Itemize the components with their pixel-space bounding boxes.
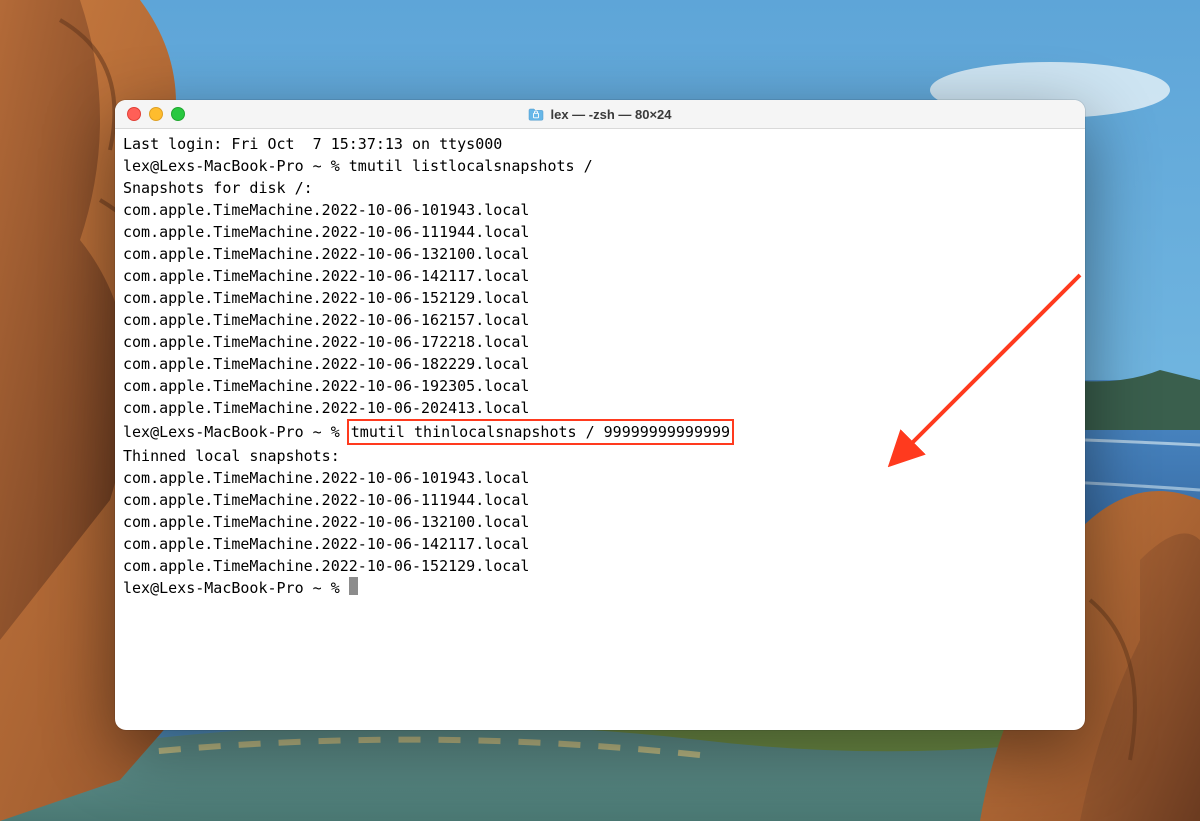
command: tmutil listlocalsnapshots /: [349, 157, 593, 175]
terminal-line: com.apple.TimeMachine.2022-10-06-142117.…: [123, 533, 1077, 555]
terminal-line: com.apple.TimeMachine.2022-10-06-132100.…: [123, 243, 1077, 265]
terminal-line: com.apple.TimeMachine.2022-10-06-192305.…: [123, 375, 1077, 397]
terminal-line: com.apple.TimeMachine.2022-10-06-202413.…: [123, 397, 1077, 419]
terminal-line: com.apple.TimeMachine.2022-10-06-142117.…: [123, 265, 1077, 287]
terminal-line: com.apple.TimeMachine.2022-10-06-152129.…: [123, 555, 1077, 577]
prompt: lex@Lexs-MacBook-Pro ~ %: [123, 579, 349, 597]
terminal-line: com.apple.TimeMachine.2022-10-06-182229.…: [123, 353, 1077, 375]
terminal-output[interactable]: Last login: Fri Oct 7 15:37:13 on ttys00…: [115, 129, 1085, 730]
terminal-window: lex — -zsh — 80×24 Last login: Fri Oct 7…: [115, 100, 1085, 730]
folder-icon: [528, 108, 544, 121]
prompt: lex@Lexs-MacBook-Pro ~ %: [123, 157, 349, 175]
window-title-text: lex — -zsh — 80×24: [550, 107, 671, 122]
cursor: [349, 577, 358, 595]
terminal-line: com.apple.TimeMachine.2022-10-06-162157.…: [123, 309, 1077, 331]
terminal-line: lex@Lexs-MacBook-Pro ~ % tmutil listloca…: [123, 155, 1077, 177]
terminal-line: com.apple.TimeMachine.2022-10-06-152129.…: [123, 287, 1077, 309]
highlighted-command: tmutil thinlocalsnapshots / 999999999999…: [347, 419, 734, 445]
terminal-line: com.apple.TimeMachine.2022-10-06-101943.…: [123, 199, 1077, 221]
traffic-lights: [115, 107, 185, 121]
terminal-line: Thinned local snapshots:: [123, 445, 1077, 467]
terminal-line: com.apple.TimeMachine.2022-10-06-111944.…: [123, 221, 1077, 243]
minimize-button[interactable]: [149, 107, 163, 121]
terminal-line: lex@Lexs-MacBook-Pro ~ %: [123, 577, 1077, 599]
terminal-line: lex@Lexs-MacBook-Pro ~ % tmutil thinloca…: [123, 419, 1077, 445]
zoom-button[interactable]: [171, 107, 185, 121]
terminal-line: com.apple.TimeMachine.2022-10-06-172218.…: [123, 331, 1077, 353]
terminal-line: com.apple.TimeMachine.2022-10-06-111944.…: [123, 489, 1077, 511]
terminal-line: com.apple.TimeMachine.2022-10-06-101943.…: [123, 467, 1077, 489]
close-button[interactable]: [127, 107, 141, 121]
window-title: lex — -zsh — 80×24: [115, 107, 1085, 122]
prompt: lex@Lexs-MacBook-Pro ~ %: [123, 423, 349, 441]
titlebar[interactable]: lex — -zsh — 80×24: [115, 100, 1085, 129]
terminal-line: Last login: Fri Oct 7 15:37:13 on ttys00…: [123, 133, 1077, 155]
terminal-line: com.apple.TimeMachine.2022-10-06-132100.…: [123, 511, 1077, 533]
terminal-line: Snapshots for disk /:: [123, 177, 1077, 199]
